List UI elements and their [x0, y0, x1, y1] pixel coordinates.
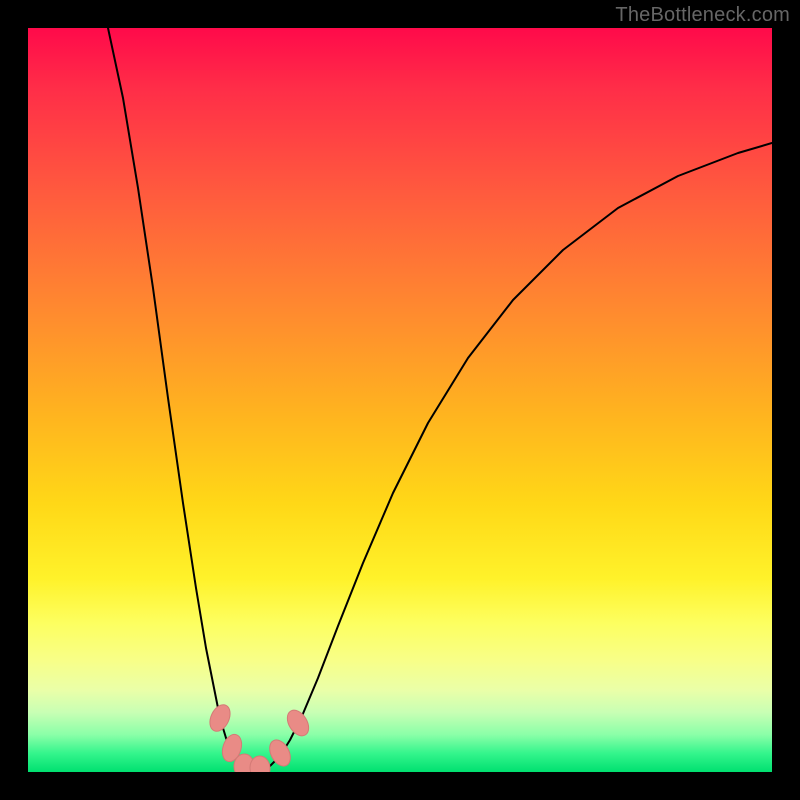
curve-marker [249, 755, 271, 772]
curve-markers [206, 702, 313, 772]
bottleneck-curve [108, 28, 772, 771]
plot-svg [28, 28, 772, 772]
watermark-text: TheBottleneck.com [615, 4, 790, 27]
chart-frame: TheBottleneck.com [0, 0, 800, 800]
curve-marker [206, 702, 234, 735]
plot-area [28, 28, 772, 772]
curve-marker [283, 706, 313, 739]
